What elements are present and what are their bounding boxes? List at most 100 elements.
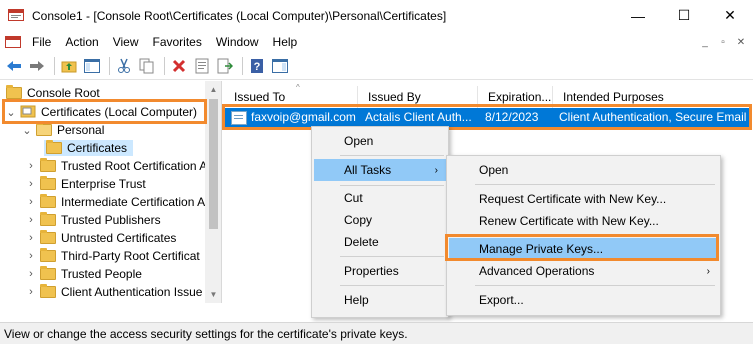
tree-selection: Certificates (44, 140, 134, 156)
tree-item-label: Personal (57, 123, 105, 137)
column-issued-to[interactable]: Issued To ^ (224, 83, 358, 108)
status-text: View or change the access security setti… (4, 326, 408, 341)
chevron-right-icon[interactable]: › (26, 268, 36, 280)
tree-scrollbar[interactable]: ▲ ▼ (205, 81, 221, 303)
tree-item-certificates[interactable]: Certificates (44, 139, 134, 157)
tree-item-trusted-root[interactable]: › Trusted Root Certification A (26, 157, 207, 175)
menu-separator (475, 235, 715, 236)
minimize-button[interactable]: — (615, 0, 661, 31)
column-issued-by[interactable]: Issued By (358, 86, 478, 108)
scroll-up-icon[interactable]: ▲ (205, 81, 221, 98)
scrollbar-thumb[interactable] (209, 99, 218, 229)
context-menu: Open All Tasks › Cut Copy Delete Propert… (311, 126, 449, 318)
back-icon[interactable] (4, 56, 24, 76)
chevron-down-icon[interactable]: ⌄ (22, 124, 32, 137)
cell-intended-purposes: Client Authentication, Secure Email (559, 110, 747, 124)
chevron-right-icon[interactable]: › (26, 286, 36, 298)
scroll-down-icon[interactable]: ▼ (205, 286, 221, 303)
sub-advanced-operations[interactable]: Advanced Operations › (449, 260, 718, 282)
cell-issued-to: faxvoip@gmail.com (251, 110, 356, 124)
tree-item-trusted-people[interactable]: › Trusted People (26, 265, 142, 283)
toolbar-separator (109, 57, 110, 75)
tree-item-enterprise-trust[interactable]: › Enterprise Trust (26, 175, 146, 193)
maximize-button[interactable]: ☐ (661, 0, 707, 31)
column-label: Intended Purposes (563, 90, 664, 104)
menu-action[interactable]: Action (58, 35, 105, 49)
menu-help[interactable]: Help (266, 35, 305, 49)
ctx-delete[interactable]: Delete (314, 231, 446, 253)
tree-item-personal[interactable]: ⌄ Personal (22, 121, 104, 139)
tree-item-label: Trusted People (61, 267, 142, 281)
menu-favorites[interactable]: Favorites (146, 35, 209, 49)
copy-icon[interactable] (137, 56, 157, 76)
folder-icon (40, 176, 56, 190)
column-label: Issued To (234, 90, 286, 104)
chevron-right-icon[interactable]: › (26, 250, 36, 262)
show-hide-tree-icon[interactable] (82, 56, 102, 76)
tree-item-label: Third-Party Root Certificat (61, 249, 200, 263)
folder-icon (6, 85, 22, 99)
sub-open[interactable]: Open (449, 159, 718, 181)
close-button[interactable]: ✕ (707, 0, 753, 31)
chevron-right-icon[interactable]: › (26, 178, 36, 190)
child-close-button[interactable]: ✕ (733, 35, 749, 49)
cut-icon[interactable] (114, 56, 134, 76)
ctx-cut[interactable]: Cut (314, 187, 446, 209)
sub-renew-new-key[interactable]: Renew Certificate with New Key... (449, 210, 718, 232)
sub-request-new-key[interactable]: Request Certificate with New Key... (449, 188, 718, 210)
sub-manage-private-keys[interactable]: Manage Private Keys... (449, 238, 718, 260)
folder-icon (40, 266, 56, 280)
ctx-copy[interactable]: Copy (314, 209, 446, 231)
submenu-arrow-icon: › (706, 265, 710, 277)
forward-icon[interactable] (27, 56, 47, 76)
tree-item-label: Untrusted Certificates (61, 231, 177, 245)
export-list-icon[interactable] (215, 56, 235, 76)
sub-export[interactable]: Export... (449, 289, 718, 311)
up-folder-icon[interactable] (59, 56, 79, 76)
chevron-down-icon[interactable]: ⌄ (6, 106, 16, 119)
ctx-open[interactable]: Open (314, 130, 446, 152)
tree-item-third-party-root[interactable]: › Third-Party Root Certificat (26, 247, 200, 265)
column-expiration[interactable]: Expiration... (478, 86, 553, 108)
tree-item-label: Client Authentication Issue (61, 285, 203, 299)
folder-open-icon (36, 122, 52, 136)
certificate-icon (231, 111, 247, 125)
show-hide-action-pane-icon[interactable] (270, 56, 290, 76)
menu-window[interactable]: Window (209, 35, 266, 49)
menu-separator (475, 285, 715, 286)
tree-item-trusted-publishers[interactable]: › Trusted Publishers (26, 211, 161, 229)
tree-item-intermediate[interactable]: › Intermediate Certification A (26, 193, 205, 211)
toolbar: ? (0, 53, 753, 80)
menu-separator (340, 285, 444, 286)
chevron-right-icon[interactable]: › (26, 196, 36, 208)
menu-view[interactable]: View (106, 35, 146, 49)
tree-item-untrusted[interactable]: › Untrusted Certificates (26, 229, 176, 247)
help-icon[interactable]: ? (247, 56, 267, 76)
child-restore-button[interactable]: ▫ (715, 35, 731, 49)
title-bar: Console1 - [Console Root\Certificates (L… (0, 0, 753, 31)
chevron-right-icon[interactable]: › (26, 214, 36, 226)
folder-icon (40, 212, 56, 226)
console-tree: Console Root ⌄ Certificates (Local Compu… (0, 81, 222, 303)
table-row[interactable]: faxvoip@gmail.com Actalis Client Auth...… (224, 108, 750, 128)
ctx-properties[interactable]: Properties (314, 260, 446, 282)
toolbar-separator (54, 57, 55, 75)
tree-item-console-root[interactable]: Console Root (6, 84, 100, 102)
properties-icon[interactable] (192, 56, 212, 76)
ctx-all-tasks[interactable]: All Tasks › (314, 159, 446, 181)
ctx-help[interactable]: Help (314, 289, 446, 311)
folder-icon (40, 230, 56, 244)
tree-item-label: Intermediate Certification A (61, 195, 206, 209)
column-intended-purposes[interactable]: Intended Purposes (553, 86, 753, 108)
child-minimize-button[interactable]: _ (697, 35, 713, 49)
menu-separator (340, 185, 444, 186)
delete-icon[interactable] (169, 56, 189, 76)
chevron-right-icon[interactable]: › (26, 160, 36, 172)
console-window-icon[interactable] (5, 34, 21, 50)
tree-item-client-auth-issuers[interactable]: › Client Authentication Issue (26, 283, 202, 301)
menu-file[interactable]: File (25, 35, 58, 49)
folder-icon (40, 248, 56, 262)
chevron-right-icon[interactable]: › (26, 232, 36, 244)
tree-item-certificates-local-computer[interactable]: ⌄ Certificates (Local Computer) (6, 103, 197, 121)
tree-item-label: Enterprise Trust (61, 177, 146, 191)
